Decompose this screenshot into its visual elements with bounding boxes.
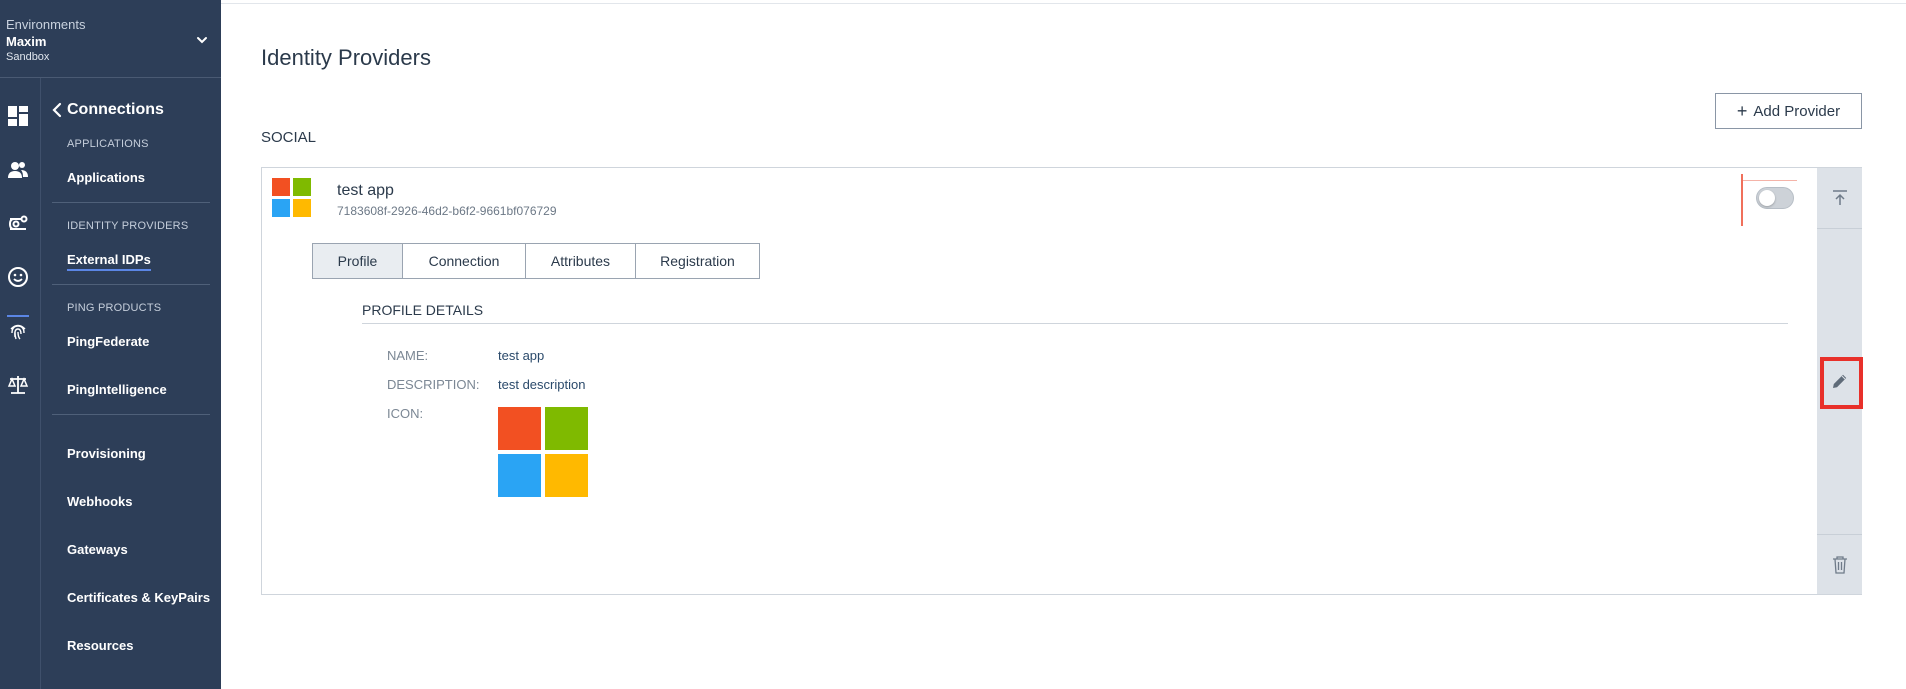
nav-item-certificates[interactable]: Certificates & KeyPairs [67, 590, 210, 605]
nav-item-resources[interactable]: Resources [67, 638, 133, 653]
environment-caption: Environments [6, 17, 86, 32]
chevron-left-icon[interactable] [50, 102, 64, 118]
description-value: test description [498, 377, 586, 392]
delete-button[interactable] [1817, 535, 1862, 594]
collapse-button[interactable] [1817, 168, 1862, 228]
name-value: test app [498, 348, 545, 363]
card-actions [1817, 168, 1862, 594]
tab-profile[interactable]: Profile [313, 244, 403, 278]
enable-toggle[interactable] [1756, 187, 1794, 209]
nav-divider [52, 414, 210, 415]
add-provider-button[interactable]: + Add Provider [1715, 93, 1862, 129]
tab-attributes[interactable]: Attributes [526, 244, 636, 278]
section-label: SOCIAL [261, 129, 317, 146]
profile-details-title: PROFILE DETAILS [362, 302, 484, 318]
toggle-knob [1759, 190, 1775, 206]
provider-id: 7183608f-2926-46d2-b6f2-9661bf076729 [337, 204, 557, 218]
smiley-icon[interactable] [7, 266, 29, 288]
name-label: NAME: [387, 348, 429, 363]
provider-icon-image [498, 407, 588, 497]
fingerprint-icon[interactable] [7, 320, 29, 342]
connections-icon[interactable] [7, 213, 29, 235]
nav-item-pingfederate[interactable]: PingFederate [67, 334, 149, 349]
users-icon[interactable] [7, 159, 29, 181]
environment-selector[interactable]: Environments Maxim Sandbox [0, 0, 221, 78]
nav-title[interactable]: Connections [67, 101, 164, 119]
header-rule [221, 3, 1906, 4]
collapse-up-icon [1832, 190, 1847, 205]
provider-tabs: Profile Connection Attributes Registrati… [312, 243, 760, 279]
nav-section-applications: APPLICATIONS [67, 138, 149, 150]
pencil-icon [1832, 374, 1846, 388]
nav-section-ping-products: PING PRODUCTS [67, 302, 162, 314]
dashboard-icon[interactable] [7, 105, 29, 127]
nav-item-provisioning[interactable]: Provisioning [67, 446, 146, 461]
tab-connection[interactable]: Connection [403, 244, 526, 278]
environment-type: Sandbox [6, 51, 50, 63]
nav-item-external-idps[interactable]: External IDPs [67, 252, 151, 271]
rail-active-indicator [7, 315, 29, 317]
edit-button[interactable] [1817, 358, 1862, 404]
chevron-down-icon[interactable] [194, 32, 210, 48]
toggle-accent-rule [1743, 180, 1797, 181]
tab-registration[interactable]: Registration [636, 244, 759, 278]
details-rule [362, 323, 1788, 324]
icon-rail [0, 78, 41, 689]
add-provider-label: Add Provider [1753, 102, 1841, 120]
nav-item-applications[interactable]: Applications [67, 170, 145, 185]
action-divider [1817, 228, 1862, 229]
nav-item-gateways[interactable]: Gateways [67, 542, 128, 557]
page-title: Identity Providers [261, 45, 431, 70]
nav-item-webhooks[interactable]: Webhooks [67, 494, 133, 509]
description-label: DESCRIPTION: [387, 377, 480, 392]
nav-item-pingintelligence[interactable]: PingIntelligence [67, 382, 167, 397]
scale-icon[interactable] [7, 374, 29, 396]
provider-card: test app 7183608f-2926-46d2-b6f2-9661bf0… [261, 167, 1862, 595]
provider-name: test app [337, 182, 394, 199]
sidebar: Environments Maxim Sandbox Connections A… [0, 0, 221, 689]
nav-divider [52, 284, 210, 285]
microsoft-logo-icon [272, 178, 312, 218]
nav-divider [52, 202, 210, 203]
trash-icon [1832, 555, 1847, 574]
toggle-accent [1741, 174, 1743, 226]
nav-section-identity-providers: IDENTITY PROVIDERS [67, 220, 189, 232]
icon-label: ICON: [387, 406, 424, 421]
plus-icon: + [1736, 100, 1748, 121]
environment-name: Maxim [6, 34, 47, 49]
